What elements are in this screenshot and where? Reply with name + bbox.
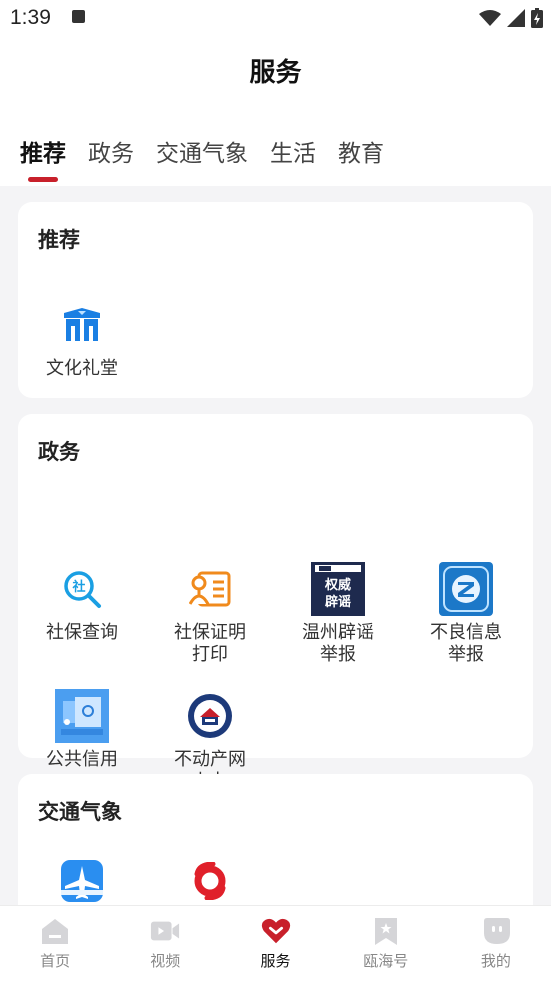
nav-service[interactable]: 服务 [220, 906, 330, 981]
tab-label: 推荐 [20, 141, 66, 167]
status-bar: 1:39 [0, 0, 551, 38]
icon-text: 辟谣 [325, 594, 351, 610]
nav-label: 瓯海号 [363, 952, 409, 970]
service-list[interactable]: 推荐 文化礼堂 政务 社 社保查询 社保证明 打印 权威 辟谣 温州辟谣 举报 … [0, 186, 551, 905]
heart-icon [261, 916, 291, 946]
page-header: 服务 推荐 政务 交通气象 生活 教育 [0, 38, 551, 186]
service-public-credit[interactable]: 公共信用 [18, 689, 146, 771]
status-icons [479, 8, 543, 28]
wifi-icon [479, 10, 501, 26]
label-line: 社保证明 [174, 622, 246, 643]
profile-icon [481, 916, 511, 946]
social-security-search-icon: 社 [55, 562, 109, 616]
recommend-card: 推荐 文化礼堂 [18, 202, 533, 398]
video-icon [150, 916, 180, 946]
label-line: 举报 [320, 644, 356, 665]
service-label: 不良信息 举报 [402, 622, 530, 666]
icon-text: 权威 [324, 577, 351, 593]
traffic-weather-card: 交通气象 [18, 774, 533, 905]
service-social-security-search[interactable]: 社 社保查询 [18, 562, 146, 644]
service-flight[interactable] [18, 854, 146, 905]
tab-traffic-weather[interactable]: 交通气象 [156, 134, 248, 168]
tab-life[interactable]: 生活 [270, 134, 316, 168]
bookmark-icon [371, 916, 401, 946]
notification-icon [72, 10, 85, 23]
nav-label: 视频 [150, 952, 181, 970]
service-typhoon[interactable] [146, 854, 274, 905]
id-card-icon [183, 562, 237, 616]
public-credit-icon [55, 689, 109, 743]
label-line: 温州辟谣 [302, 622, 374, 643]
service-label: 文化礼堂 [46, 358, 118, 379]
service-label: 温州辟谣 举报 [274, 622, 402, 666]
category-tabs: 推荐 政务 交通气象 生活 教育 [20, 134, 384, 182]
label-line: 举报 [448, 644, 484, 665]
signal-icon [507, 9, 525, 27]
label-line: 不良信息 [430, 622, 502, 643]
bad-info-report-icon [439, 562, 493, 616]
service-label: 社保证明 打印 [146, 622, 274, 666]
battery-icon [531, 8, 543, 28]
bottom-navigation: 首页 视频 服务 瓯海号 我的 [0, 905, 551, 981]
real-estate-seal-icon [183, 689, 237, 743]
tab-government[interactable]: 政务 [88, 134, 134, 168]
label-line: 不动产网 [174, 749, 246, 770]
page-title: 服务 [249, 58, 302, 88]
section-title: 政务 [38, 440, 80, 464]
tab-recommend[interactable]: 推荐 [20, 134, 66, 182]
section-title: 交通气象 [38, 800, 122, 824]
nav-video[interactable]: 视频 [110, 906, 220, 981]
culture-hall-icon [55, 298, 109, 352]
government-card: 政务 社 社保查询 社保证明打印 权威辟谣 温州辟谣举报 不良信息举报 [18, 414, 533, 792]
service-label: 公共信用 [46, 749, 118, 770]
nav-ouhai-account[interactable]: 瓯海号 [331, 906, 441, 981]
service-rumor-report[interactable]: 权威 辟谣 温州辟谣 举报 [274, 562, 402, 666]
nav-home[interactable]: 首页 [0, 906, 110, 981]
service-label: 社保查询 [46, 622, 118, 643]
airplane-icon [55, 854, 109, 905]
nav-label: 服务 [260, 952, 291, 970]
nav-profile[interactable]: 我的 [441, 906, 551, 981]
label-line: 打印 [192, 644, 228, 665]
home-icon [40, 916, 70, 946]
service-bad-info-report[interactable]: 不良信息 举报 [402, 562, 530, 666]
status-time: 1:39 [10, 6, 51, 29]
section-title: 推荐 [38, 228, 80, 252]
tab-education[interactable]: 教育 [338, 134, 384, 168]
svg-text:社: 社 [71, 579, 85, 595]
rumor-report-icon: 权威 辟谣 [311, 562, 365, 616]
nav-label: 我的 [480, 952, 511, 970]
service-social-security-print[interactable]: 社保证明 打印 [146, 562, 274, 666]
typhoon-icon [183, 854, 237, 905]
active-tab-indicator [28, 177, 58, 182]
service-culture-hall[interactable]: 文化礼堂 [18, 298, 146, 380]
nav-label: 首页 [40, 952, 71, 970]
